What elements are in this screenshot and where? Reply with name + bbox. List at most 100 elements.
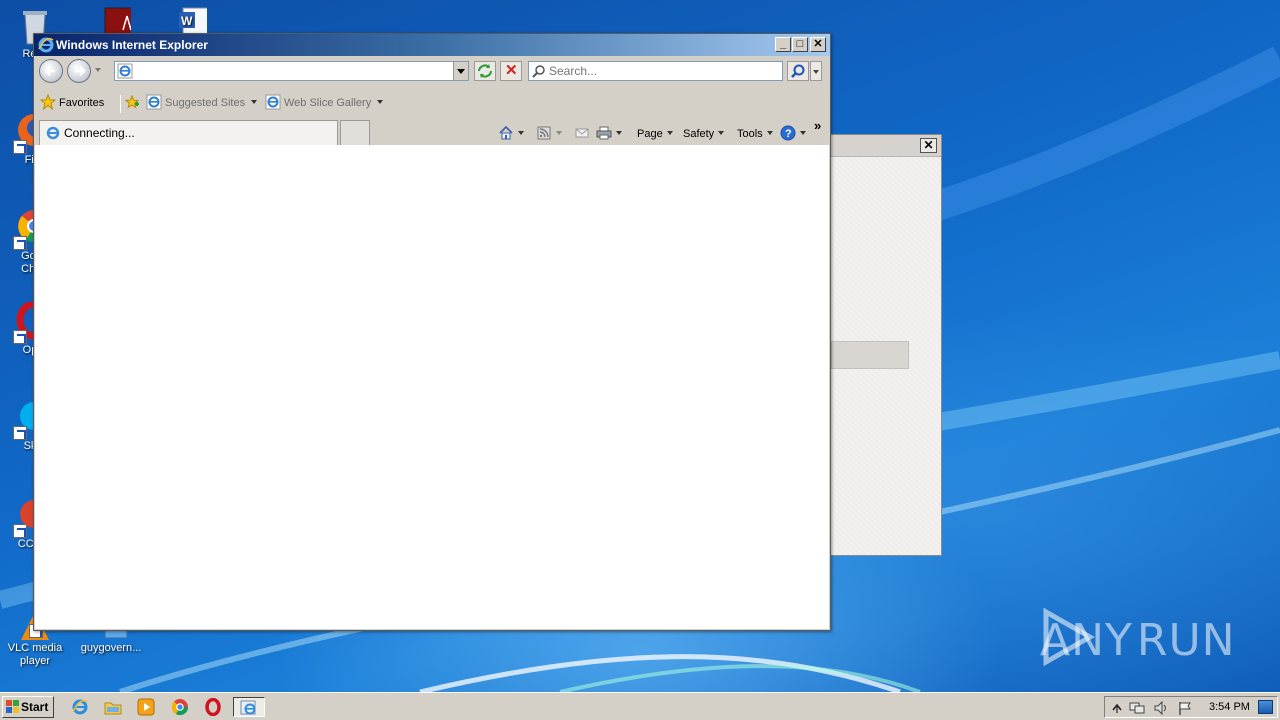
forward-arrow-icon bbox=[75, 66, 86, 76]
window-title: Windows Internet Explorer bbox=[56, 38, 208, 52]
volume-icon[interactable] bbox=[1153, 700, 1169, 716]
print-button[interactable] bbox=[596, 125, 622, 143]
mail-icon bbox=[575, 128, 589, 138]
search-input[interactable] bbox=[549, 63, 777, 79]
anyrun-watermark: ANY RUN bbox=[1040, 608, 1236, 672]
ie-window[interactable]: Windows Internet Explorer _ □ ✕ ✕ Search… bbox=[33, 33, 831, 631]
address-bar[interactable] bbox=[114, 61, 469, 81]
refresh-button[interactable] bbox=[474, 61, 496, 81]
tools-menu[interactable]: Tools bbox=[737, 125, 773, 143]
magnifier-icon bbox=[791, 64, 805, 78]
page-menu-label: Page bbox=[637, 128, 663, 140]
media-player-icon bbox=[137, 698, 155, 716]
taskbar-clock[interactable]: 3:54 PM bbox=[1209, 697, 1250, 717]
favorites-separator bbox=[120, 95, 121, 113]
web-slice-gallery-link[interactable]: Web Slice Gallery bbox=[265, 94, 384, 112]
background-dialog-band bbox=[831, 341, 909, 369]
watermark-play-icon bbox=[1043, 608, 1096, 666]
chevron-down-icon bbox=[616, 131, 622, 135]
more-commands-button[interactable]: » bbox=[814, 118, 821, 133]
back-arrow-icon bbox=[44, 66, 55, 76]
network-icon[interactable] bbox=[1129, 700, 1145, 716]
svg-text:W: W bbox=[181, 14, 193, 28]
safety-menu-label: Safety bbox=[683, 128, 715, 140]
add-to-favorites-bar-button[interactable] bbox=[124, 94, 143, 112]
close-button[interactable]: ✕ bbox=[810, 37, 826, 52]
suggested-sites-link[interactable]: Suggested Sites bbox=[146, 94, 258, 112]
tab-label: Connecting... bbox=[64, 126, 135, 140]
windows-logo-icon bbox=[6, 700, 19, 713]
show-desktop-button[interactable] bbox=[1258, 700, 1273, 714]
ie-page-icon bbox=[265, 94, 281, 110]
chevron-down-icon bbox=[666, 131, 673, 135]
page-icon bbox=[117, 63, 133, 79]
chrome-icon bbox=[171, 699, 189, 716]
background-dialog-titlebar[interactable]: ✕ bbox=[831, 135, 941, 157]
start-label: Start bbox=[21, 700, 49, 714]
shortcut-arrow-icon bbox=[13, 330, 27, 344]
taskbar-ie-active-task[interactable] bbox=[233, 697, 265, 717]
watermark-right-text: RUN bbox=[1136, 614, 1236, 666]
read-mail-button[interactable] bbox=[574, 125, 590, 143]
shortcut-arrow-icon bbox=[13, 236, 27, 250]
chevron-down-icon bbox=[251, 100, 258, 104]
address-input[interactable] bbox=[135, 63, 450, 79]
page-content-area[interactable] bbox=[35, 145, 829, 629]
add-favorite-icon bbox=[124, 94, 140, 109]
shortcut-arrow-icon bbox=[13, 140, 27, 154]
minimize-button[interactable]: _ bbox=[775, 37, 791, 52]
recent-pages-dropdown[interactable] bbox=[95, 68, 101, 72]
chevron-down-icon bbox=[718, 131, 725, 135]
background-dialog-window[interactable]: ✕ bbox=[830, 134, 942, 556]
shortcut-arrow-icon bbox=[13, 426, 27, 440]
taskbar-internet-explorer[interactable] bbox=[68, 697, 92, 717]
taskbar-media-player[interactable] bbox=[134, 697, 158, 717]
ie-page-icon bbox=[146, 94, 162, 110]
tab-row: Connecting... Page Safety Tools ? » bbox=[34, 118, 830, 145]
search-options-dropdown[interactable] bbox=[810, 61, 822, 81]
background-dialog-close-button[interactable]: ✕ bbox=[920, 138, 937, 153]
favorites-label: Favorites bbox=[59, 97, 105, 109]
ie-titlebar[interactable]: Windows Internet Explorer _ □ ✕ bbox=[34, 34, 830, 56]
shortcut-arrow-icon bbox=[13, 524, 27, 538]
new-tab-button[interactable] bbox=[340, 120, 370, 145]
suggested-sites-label: Suggested Sites bbox=[165, 97, 246, 109]
tab-connecting[interactable]: Connecting... bbox=[39, 120, 338, 145]
back-button[interactable] bbox=[39, 59, 63, 83]
taskbar: Start 3:54 PM bbox=[0, 692, 1280, 720]
taskbar-opera[interactable] bbox=[201, 697, 225, 717]
chevron-down-icon bbox=[766, 131, 773, 135]
favorites-button[interactable]: Favorites bbox=[40, 94, 104, 112]
page-menu[interactable]: Page bbox=[637, 125, 673, 143]
search-go-button[interactable] bbox=[787, 61, 809, 81]
feeds-button[interactable] bbox=[536, 125, 562, 143]
stop-button[interactable]: ✕ bbox=[500, 61, 522, 81]
svg-text:?: ? bbox=[785, 128, 792, 140]
show-hidden-icons-icon[interactable] bbox=[1109, 700, 1125, 716]
chevron-down-icon bbox=[556, 131, 562, 135]
safety-menu[interactable]: Safety bbox=[683, 125, 725, 143]
search-box[interactable] bbox=[528, 61, 783, 81]
desktop-icon-label: VLC media player bbox=[7, 642, 63, 667]
help-menu[interactable]: ? bbox=[780, 125, 806, 143]
start-button[interactable]: Start bbox=[2, 696, 54, 718]
ie-tab-icon bbox=[46, 126, 60, 140]
action-center-flag-icon[interactable] bbox=[1177, 700, 1193, 716]
web-slice-gallery-label: Web Slice Gallery bbox=[284, 97, 372, 109]
maximize-button[interactable]: □ bbox=[792, 37, 808, 52]
home-button[interactable] bbox=[498, 125, 524, 143]
search-icon bbox=[532, 65, 545, 78]
refresh-icon bbox=[478, 64, 492, 78]
internet-explorer-icon bbox=[72, 699, 88, 715]
taskbar-chrome[interactable] bbox=[168, 697, 192, 717]
desktop-icon-label: guygovern... bbox=[80, 642, 142, 654]
rss-feed-icon bbox=[537, 126, 551, 140]
chevron-down-icon bbox=[377, 100, 384, 104]
home-icon bbox=[499, 125, 513, 140]
forward-button[interactable] bbox=[67, 59, 91, 83]
taskbar-windows-explorer[interactable] bbox=[101, 697, 125, 717]
address-dropdown-button[interactable] bbox=[453, 62, 468, 80]
help-icon: ? bbox=[780, 125, 796, 141]
stop-icon: ✕ bbox=[505, 62, 518, 79]
favorites-bar: Favorites Suggested Sites Web Slice Gall… bbox=[34, 86, 830, 118]
